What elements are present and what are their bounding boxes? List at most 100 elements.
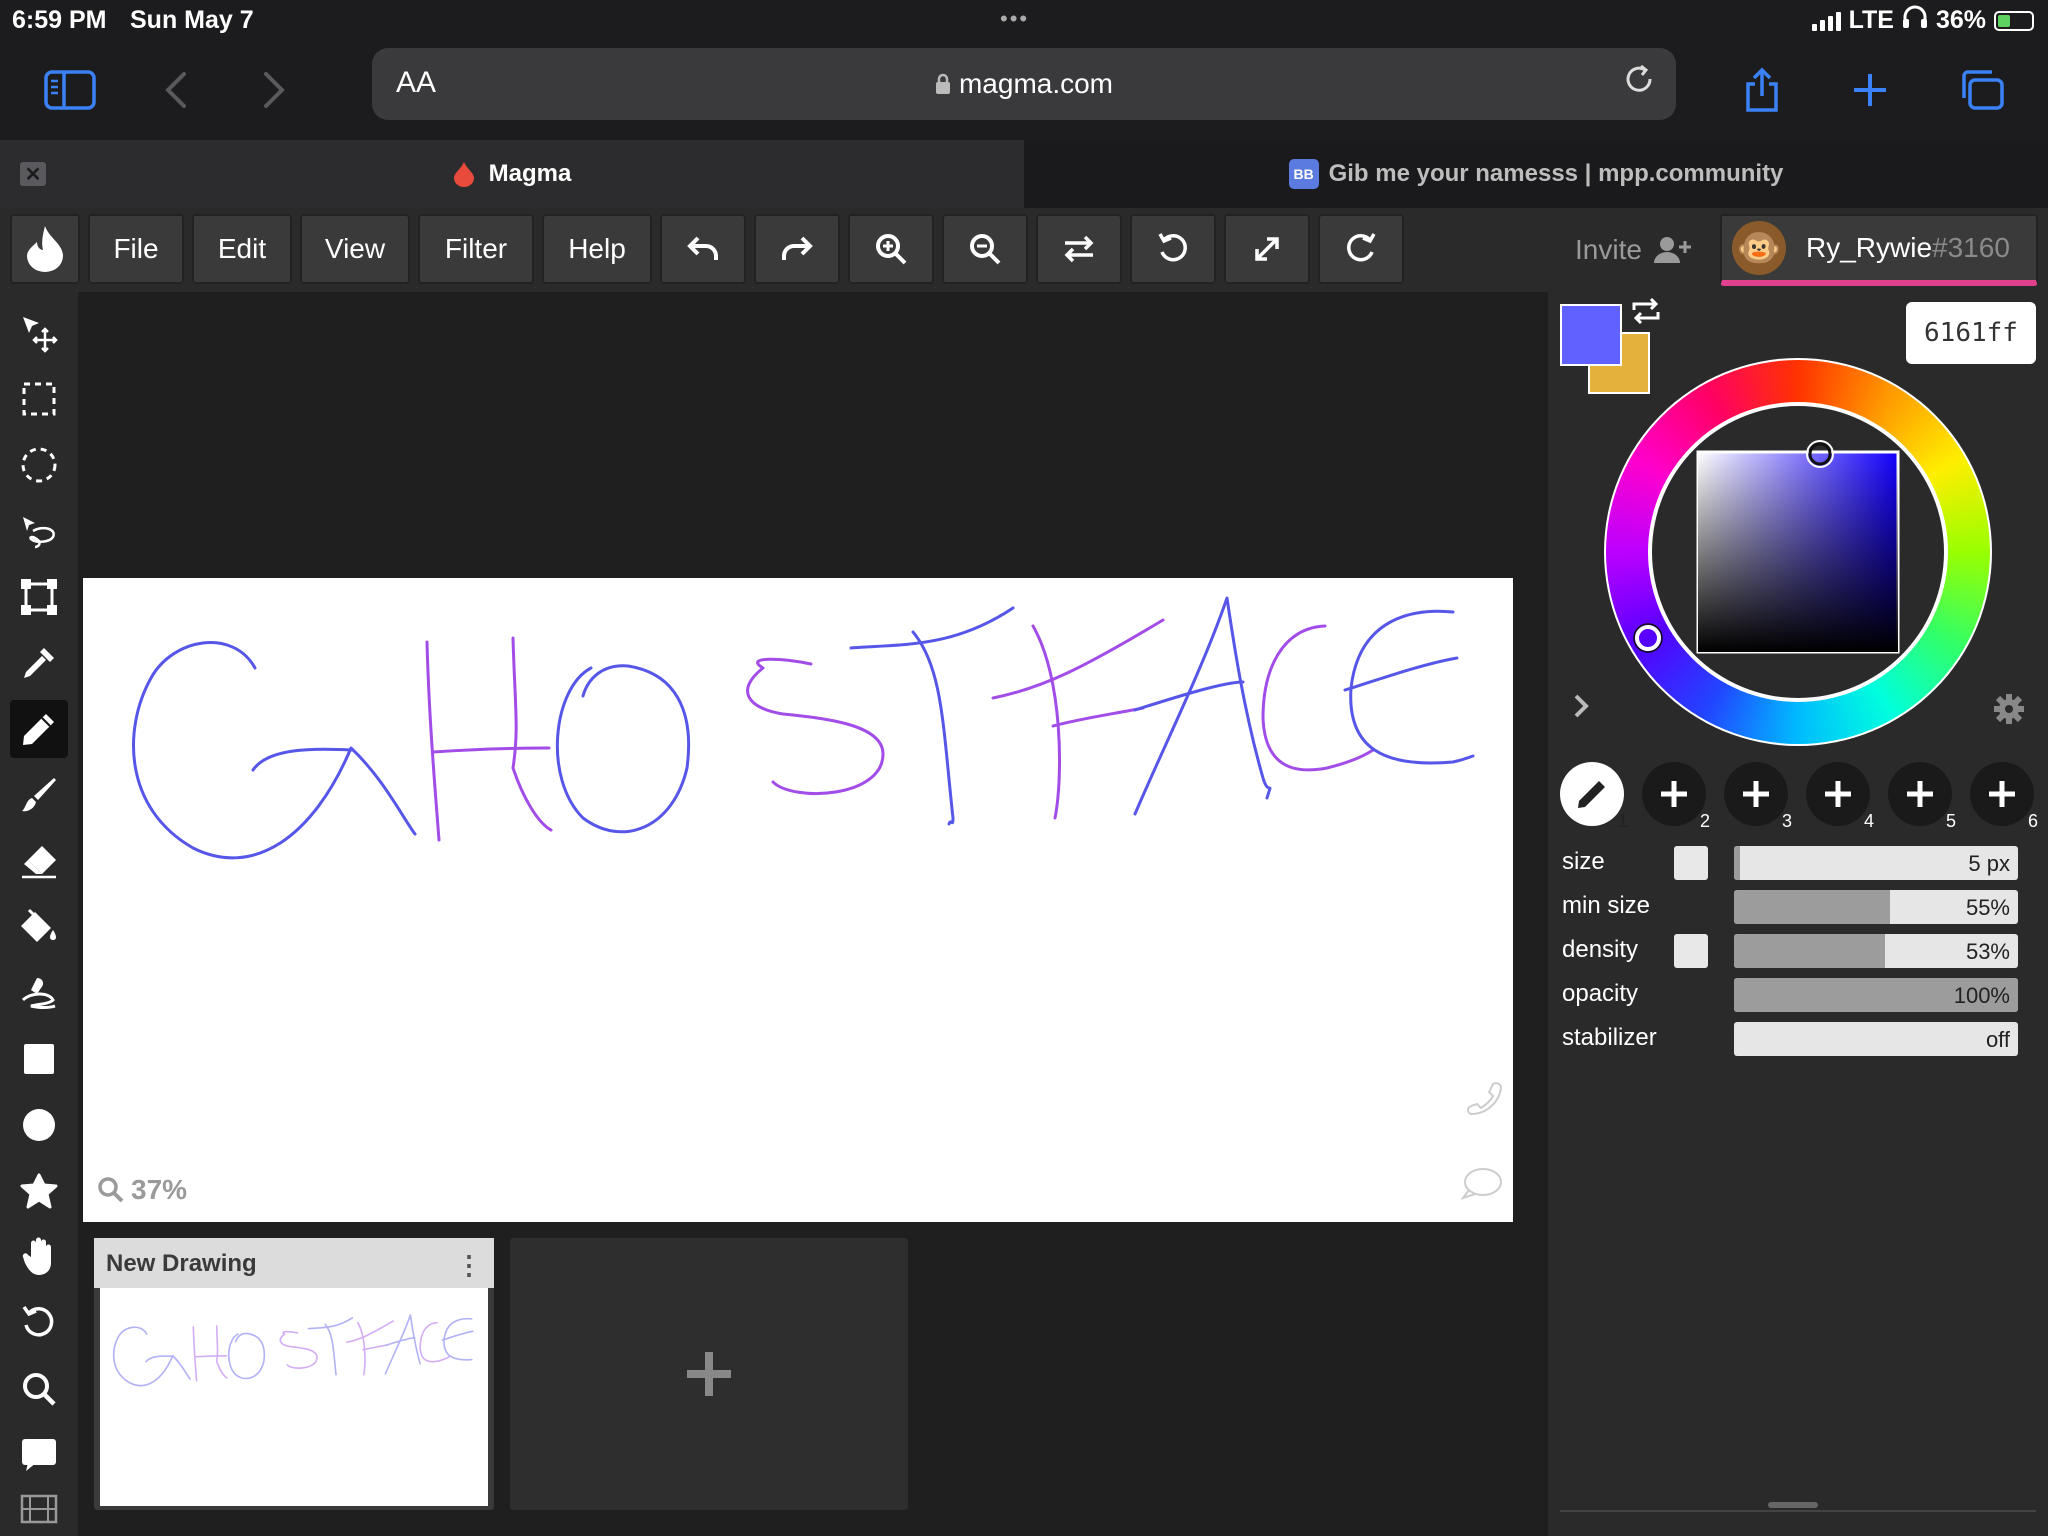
undo-button[interactable]	[660, 214, 746, 284]
ellipse-tool[interactable]	[10, 1096, 68, 1154]
brush-slot-number: 6	[2027, 811, 2038, 831]
transform-tool[interactable]	[10, 568, 68, 626]
rect-select-tool[interactable]	[10, 370, 68, 428]
rotate-right-button[interactable]	[1318, 214, 1404, 284]
transform-icon	[21, 579, 57, 615]
magma-favicon-icon	[453, 162, 474, 187]
size-slider[interactable]: 5 px	[1734, 846, 2018, 880]
menu-edit[interactable]: Edit	[192, 214, 292, 284]
rect-select-icon	[22, 382, 56, 416]
user-badge[interactable]: 🐵 Ry_Rywie #3160	[1720, 214, 2038, 286]
voice-call-icon[interactable]	[1463, 1078, 1503, 1123]
primary-color-swatch[interactable]	[1560, 304, 1622, 366]
zoom-out-button[interactable]	[942, 214, 1028, 284]
opacity-slider[interactable]: 100%	[1734, 978, 2018, 1012]
eyedropper-tool[interactable]	[10, 634, 68, 692]
stabilizer-slider[interactable]: off	[1734, 1022, 2018, 1056]
brush-slot-number: 5	[1945, 811, 1956, 831]
more-options-icon[interactable]: ⋮	[456, 1250, 482, 1281]
zoom-tool[interactable]	[10, 1360, 68, 1418]
zoom-icon	[23, 1373, 56, 1406]
film-tool[interactable]	[10, 1480, 68, 1536]
ellipse-select-tool[interactable]	[10, 436, 68, 494]
comment-tool[interactable]	[10, 1426, 68, 1484]
canvas-area[interactable]: 37% New Drawing ⋮	[78, 292, 1548, 1536]
menu-view[interactable]: View	[300, 214, 410, 284]
size-pressure-checkbox[interactable]	[1674, 846, 1708, 880]
smudge-tool[interactable]	[10, 964, 68, 1022]
density-pressure-checkbox[interactable]	[1674, 934, 1708, 968]
gear-icon[interactable]	[1992, 692, 2026, 735]
pencil-icon	[23, 714, 54, 745]
brush-slot-1[interactable]: 1	[1560, 762, 1628, 831]
redo-icon	[782, 236, 813, 260]
url-label: magma.com	[958, 68, 1114, 99]
paint-bucket-tool[interactable]	[10, 898, 68, 956]
zoom-in-icon	[876, 234, 907, 265]
brush-slot-3[interactable]: 3	[1724, 762, 1792, 831]
smudge-icon	[21, 978, 56, 1009]
drawing-canvas[interactable]: 37%	[83, 578, 1513, 1222]
menu-help[interactable]: Help	[542, 214, 652, 284]
hex-color-input[interactable]: 6161ff	[1906, 302, 2036, 364]
color-brush-panel: 6161ff 1 2 3 4 5 6 size 5 px min size 55…	[1548, 292, 2048, 1536]
brush-slot-6[interactable]: 6	[1970, 762, 2038, 831]
brush-slot-5[interactable]: 5	[1888, 762, 1956, 831]
hand-tool[interactable]	[10, 1228, 68, 1286]
lasso-tool[interactable]	[10, 502, 68, 560]
tab-mpp-community[interactable]: BB Gib me your namesss | mpp.community	[1024, 140, 2048, 208]
multitask-dots-icon[interactable]: •••	[1000, 6, 1029, 32]
eraser-tool[interactable]	[10, 832, 68, 890]
brush-slot-2[interactable]: 2	[1642, 762, 1710, 831]
menu-filter[interactable]: Filter	[418, 214, 534, 284]
rotate-view-tool[interactable]	[10, 1294, 68, 1352]
ellipse-icon	[23, 1109, 55, 1141]
reload-icon[interactable]	[1622, 62, 1656, 105]
zoom-level: 37%	[131, 1174, 188, 1205]
color-wheel[interactable]	[1602, 356, 1994, 748]
network-label: LTE	[1848, 6, 1894, 34]
sidebar-toggle-icon[interactable]	[42, 62, 98, 118]
zoom-indicator[interactable]: 37%	[97, 1174, 187, 1206]
brush-tool[interactable]	[10, 766, 68, 824]
browser-toolbar: AA magma.com	[0, 40, 2048, 140]
film-icon	[20, 1494, 58, 1524]
chat-icon[interactable]	[1460, 1166, 1503, 1207]
share-icon[interactable]	[1734, 62, 1790, 118]
tab-magma[interactable]: Magma	[0, 140, 1024, 208]
shape-tool[interactable]	[10, 1162, 68, 1220]
brush-slot-number: 4	[1863, 811, 1874, 831]
prop-value: off	[1985, 1027, 2010, 1052]
rectangle-tool[interactable]	[10, 1030, 68, 1088]
address-bar[interactable]: AA magma.com	[372, 48, 1676, 120]
new-tab-icon[interactable]	[1842, 62, 1898, 118]
panel-resize-handle[interactable]	[1768, 1502, 1818, 1508]
brush-slot-4[interactable]: 4	[1806, 762, 1874, 831]
invite-button[interactable]: Invite	[1575, 234, 1692, 266]
plus-icon	[687, 1352, 731, 1396]
density-slider[interactable]: 53%	[1734, 934, 2018, 968]
drawing-card[interactable]: New Drawing ⋮	[94, 1238, 494, 1510]
magma-logo-button[interactable]	[10, 214, 80, 284]
expand-panel-icon[interactable]	[1572, 690, 1592, 729]
mpp-favicon-icon: BB	[1288, 159, 1319, 189]
brush-slot-number: 3	[1781, 811, 1792, 831]
add-drawing-button[interactable]	[510, 1238, 908, 1510]
min-size-slider[interactable]: 55%	[1734, 890, 2018, 924]
rotate-left-button[interactable]	[1130, 214, 1216, 284]
forward-icon[interactable]	[246, 62, 302, 118]
close-tab-icon[interactable]: ✕	[20, 162, 46, 186]
fullscreen-button[interactable]	[1224, 214, 1310, 284]
redo-button[interactable]	[754, 214, 840, 284]
drawing-thumbnail	[100, 1288, 488, 1506]
tabs-overview-icon[interactable]	[1954, 62, 2010, 118]
eraser-icon	[22, 846, 56, 879]
prop-label: density	[1562, 936, 1639, 963]
move-tool[interactable]	[10, 304, 68, 362]
zoom-in-button[interactable]	[848, 214, 934, 284]
back-icon[interactable]	[148, 62, 204, 118]
flip-button[interactable]	[1036, 214, 1122, 284]
menu-file[interactable]: File	[88, 214, 184, 284]
swap-colors-icon[interactable]	[1630, 297, 1662, 331]
pencil-tool[interactable]	[10, 700, 68, 758]
